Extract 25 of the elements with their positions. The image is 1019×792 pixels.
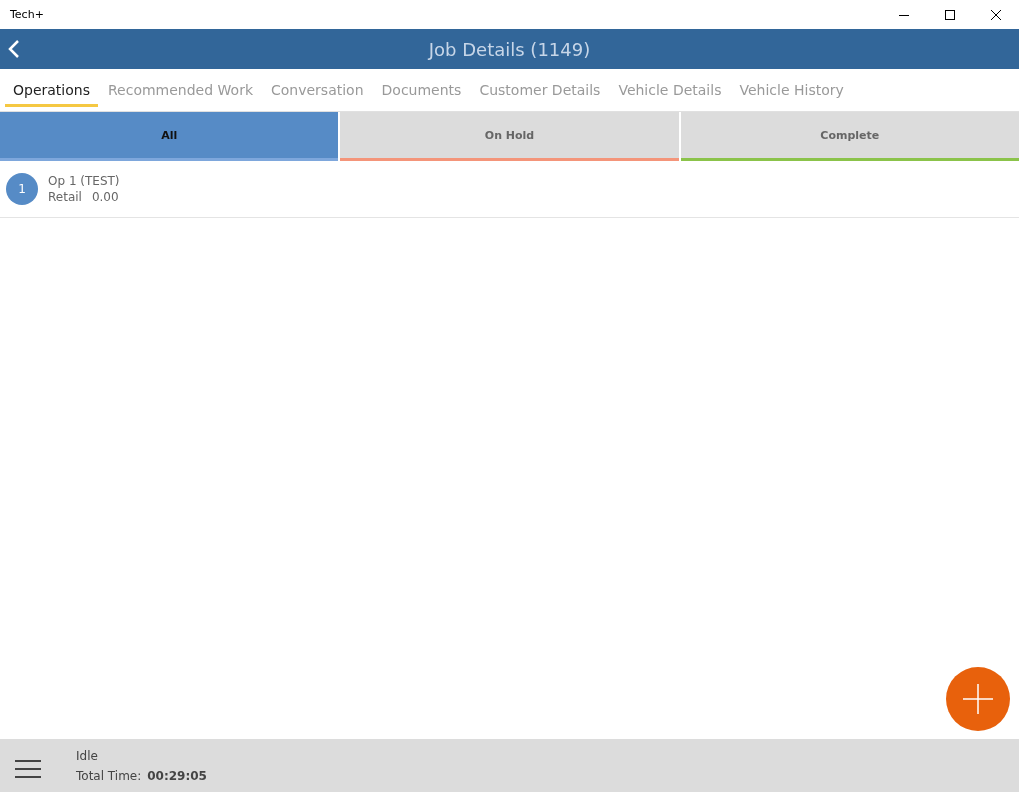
operation-name: Op 1 (TEST) [48,174,120,188]
tab[interactable]: Vehicle History [731,73,852,107]
operation-row[interactable]: 1 Op 1 (TEST) Retail 0.00 [0,161,1019,218]
tab[interactable]: Vehicle Details [610,73,730,107]
filter-tab[interactable]: Complete [680,112,1019,161]
tab[interactable]: Recommended Work [99,73,261,107]
tab[interactable]: Conversation [263,73,372,107]
plus-icon [962,683,994,715]
price-label: Retail [48,190,82,204]
menu-icon [15,758,41,779]
maximize-icon [945,9,955,20]
menu-button[interactable] [15,758,41,779]
status-text: Idle [76,748,99,763]
price-value: 0.00 [91,190,119,204]
page-title: Job Details (1149) [428,38,591,60]
time-value: 00:29:05 [147,768,207,783]
tab[interactable]: Documents [373,73,470,107]
filter-tab[interactable]: All [0,112,339,161]
number-badge: 1 [6,173,38,205]
close-icon [991,9,1001,20]
tab[interactable]: Customer Details [471,73,609,107]
filter-tab[interactable]: On Hold [340,112,679,161]
window-title: Tech+ [9,8,44,21]
tab[interactable]: Operations [5,73,98,107]
time-label: Total Time: [76,768,142,783]
